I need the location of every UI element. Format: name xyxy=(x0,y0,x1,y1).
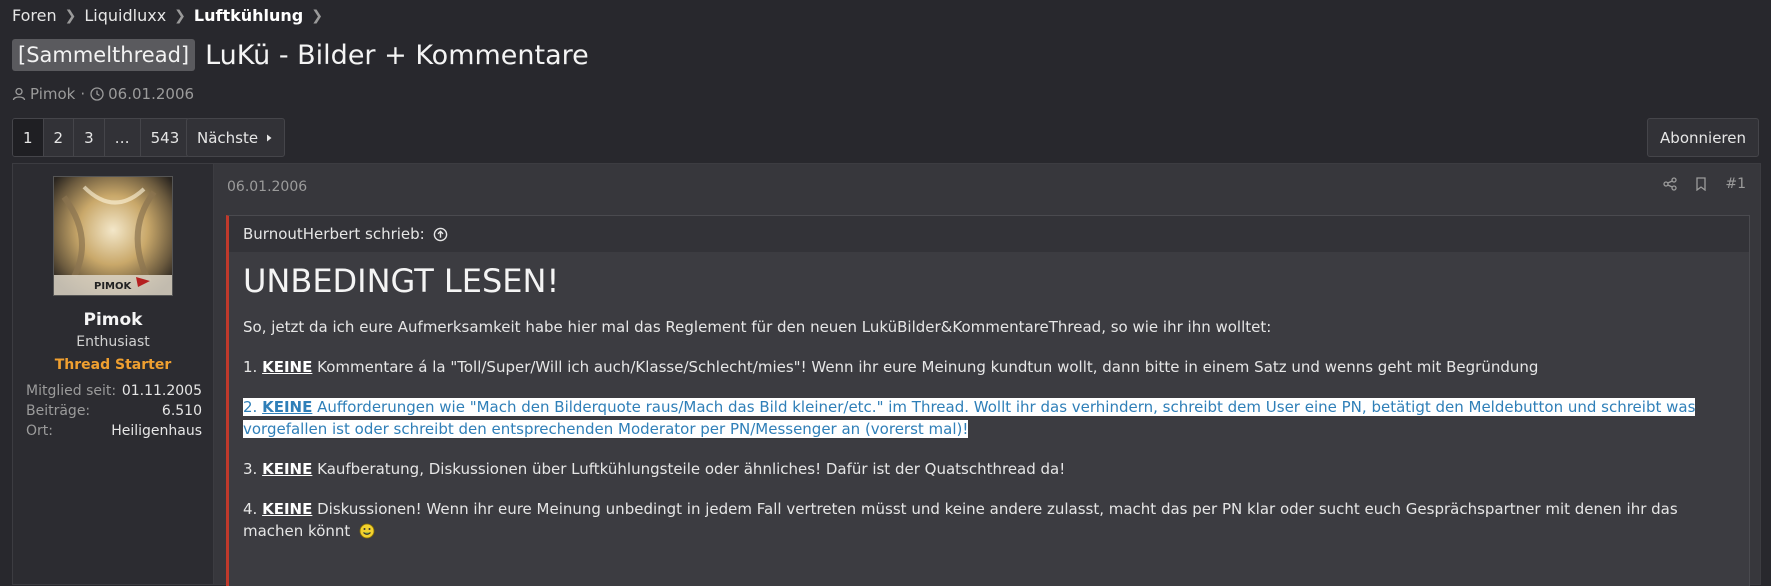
user-stat-label: Mitglied seit: xyxy=(26,383,117,399)
user-stat-label: Ort: xyxy=(26,423,53,439)
page-ellipsis[interactable]: … xyxy=(104,119,141,156)
meta-separator: · xyxy=(80,85,86,103)
rule-keyword: KEINE xyxy=(262,500,313,518)
rule-text: Kaufberatung, Diskussionen über Luftkühl… xyxy=(312,460,1066,478)
breadcrumb-luftkuehlung[interactable]: Luftkühlung xyxy=(194,6,303,25)
post-date[interactable]: 06.01.2006 xyxy=(227,179,307,195)
user-pane: PIMOK Pimok Enthusiast Thread Starter Mi… xyxy=(13,164,214,584)
post-actions: #1 xyxy=(1645,176,1746,192)
page-3[interactable]: 3 xyxy=(74,119,105,156)
rule-4: 4. KEINE Diskussionen! Wenn ihr eure Mei… xyxy=(243,498,1735,542)
quote-author: BurnoutHerbert schrieb: xyxy=(243,225,425,243)
user-stat-value: Heiligenhaus xyxy=(111,423,202,439)
thread-title-row: [Sammelthread] LuKü - Bilder + Kommentar… xyxy=(12,39,589,71)
rule-3: 3. KEINE Kaufberatung, Diskussionen über… xyxy=(243,458,1735,480)
share-icon[interactable] xyxy=(1663,177,1678,191)
smiley-icon xyxy=(359,523,375,539)
rule-text: Aufforderungen wie "Mach den Bilderquote… xyxy=(243,398,1696,438)
rule-text: Kommentare á la "Toll/Super/Will ich auc… xyxy=(312,358,1539,376)
avatar-text: PIMOK xyxy=(94,281,133,292)
user-stat-value: 01.11.2005 xyxy=(121,383,202,399)
rule-keyword: KEINE xyxy=(262,460,313,478)
pagination: 1 2 3 … 543 xyxy=(12,118,191,157)
user-stat-location: Ort: Heiligenhaus xyxy=(26,423,202,439)
user-stat-posts: Beiträge: 6.510 xyxy=(26,403,202,419)
rule-number: 3. xyxy=(243,460,258,478)
page-1[interactable]: 1 xyxy=(13,119,44,156)
chevron-right-icon: ❯ xyxy=(311,7,323,24)
next-page-button[interactable]: Nächste xyxy=(186,118,286,157)
rule-number: 2. xyxy=(243,398,258,416)
breadcrumb: Foren ❯ Liquidluxx ❯ Luftkühlung ❯ xyxy=(12,6,331,25)
post-number-link[interactable]: #1 xyxy=(1725,176,1746,192)
rule-2-selection: 2. KEINE Aufforderungen wie "Mach den Bi… xyxy=(243,398,1696,438)
thread-prefix-badge[interactable]: [Sammelthread] xyxy=(12,39,196,71)
page-2[interactable]: 2 xyxy=(43,119,75,156)
user-stat-label: Beiträge: xyxy=(26,403,91,419)
rule-1: 1. KEINE Kommentare á la "Toll/Super/Wil… xyxy=(243,356,1735,378)
quote-intro: So, jetzt da ich eure Aufmerksamkeit hab… xyxy=(243,318,1272,336)
user-icon xyxy=(12,87,26,101)
thread-meta: Pimok · 06.01.2006 xyxy=(12,85,194,103)
quote-heading: UNBEDINGT LESEN! xyxy=(243,262,560,300)
page-last[interactable]: 543 xyxy=(140,119,190,156)
thread-date[interactable]: 06.01.2006 xyxy=(108,85,194,103)
caret-right-icon xyxy=(267,134,272,141)
username-link[interactable]: Pimok xyxy=(13,310,213,330)
thread-starter-badge: Thread Starter xyxy=(54,357,172,373)
rule-2: 2. KEINE Aufforderungen wie "Mach den Bi… xyxy=(243,396,1735,440)
thread-author-link[interactable]: Pimok xyxy=(30,85,75,103)
quote-body: UNBEDINGT LESEN! So, jetzt da ich eure A… xyxy=(229,262,1749,542)
bookmark-icon[interactable] xyxy=(1695,177,1707,191)
rule-keyword: KEINE xyxy=(262,398,313,416)
subscribe-button[interactable]: Abonnieren xyxy=(1647,118,1759,157)
avatar[interactable]: PIMOK xyxy=(53,176,173,296)
rule-number: 1. xyxy=(243,358,258,376)
user-stat-value: 6.510 xyxy=(161,403,202,419)
rule-keyword: KEINE xyxy=(262,358,313,376)
avatar-image: PIMOK xyxy=(54,177,172,295)
quote-block: BurnoutHerbert schrieb: UNBEDINGT LESEN!… xyxy=(226,215,1750,586)
breadcrumb-foren[interactable]: Foren xyxy=(12,6,57,25)
post: PIMOK Pimok Enthusiast Thread Starter Mi… xyxy=(12,163,1761,586)
quote-header: BurnoutHerbert schrieb: xyxy=(229,216,1749,252)
page-title: LuKü - Bilder + Kommentare xyxy=(205,39,589,71)
breadcrumb-liquidluxx[interactable]: Liquidluxx xyxy=(84,6,166,25)
clock-icon xyxy=(90,87,104,101)
next-page-label: Nächste xyxy=(197,128,259,147)
user-title: Enthusiast xyxy=(76,334,150,350)
chevron-right-icon: ❯ xyxy=(64,7,77,24)
arrow-up-circle-icon[interactable] xyxy=(433,227,448,242)
user-stat-joined: Mitglied seit: 01.11.2005 xyxy=(26,383,202,399)
rule-number: 4. xyxy=(243,500,258,518)
rule-text: Diskussionen! Wenn ihr eure Meinung unbe… xyxy=(243,500,1678,540)
chevron-right-icon: ❯ xyxy=(174,7,186,24)
